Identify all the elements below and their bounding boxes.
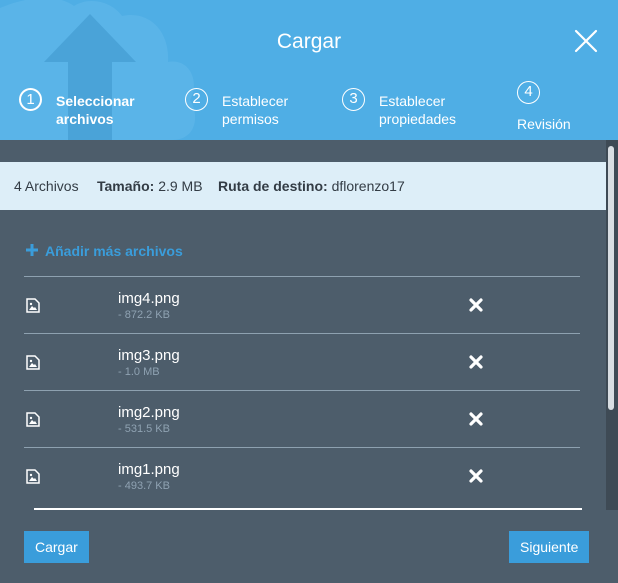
step-set-permissions: 2 Establecer permisos — [185, 88, 325, 128]
dialog-header: Cargar 1 Seleccionar archivos 2 Establec… — [0, 0, 618, 140]
size-value: 2.9 MB — [158, 178, 203, 194]
add-more-files-label: Añadir más archivos — [45, 243, 183, 259]
image-file-icon — [26, 469, 40, 484]
step-number: 2 — [185, 88, 208, 111]
file-name: img4.png — [118, 290, 180, 307]
file-row: img3.png - 1.0 MB — [24, 333, 580, 390]
file-row: img1.png - 493.7 KB — [24, 447, 580, 504]
upload-summary-bar: 4 Archivos Tamaño: 2.9 MB Ruta de destin… — [0, 162, 606, 210]
step-number: 4 — [517, 81, 540, 104]
file-name: img1.png — [118, 461, 180, 478]
destination-label: Ruta de destino: — [218, 178, 328, 194]
file-name: img2.png — [118, 404, 180, 421]
step-label: Seleccionar archivos — [56, 93, 135, 127]
close-icon[interactable] — [573, 28, 599, 54]
step-set-properties: 3 Establecer propiedades — [342, 88, 492, 128]
file-size: - 531.5 KB — [118, 423, 170, 435]
dialog-footer: Cargar Siguiente — [0, 510, 618, 583]
remove-file-icon[interactable] — [468, 468, 484, 484]
remove-file-icon[interactable] — [468, 297, 484, 313]
add-more-files-link[interactable]: Añadir más archivos — [26, 241, 183, 261]
total-size: Tamaño: 2.9 MB — [97, 162, 203, 210]
next-button[interactable]: Siguiente — [509, 531, 590, 563]
file-size: - 1.0 MB — [118, 366, 160, 378]
step-select-files: 1 Seleccionar archivos — [19, 88, 159, 128]
file-list: img4.png - 872.2 KB img3.png - 1.0 MB im… — [24, 276, 580, 504]
step-number: 1 — [19, 88, 42, 111]
file-name: img3.png — [118, 347, 180, 364]
scrollbar[interactable] — [606, 140, 618, 510]
remove-file-icon[interactable] — [468, 354, 484, 370]
file-size: - 493.7 KB — [118, 480, 170, 492]
scrollbar-thumb[interactable] — [608, 146, 614, 410]
step-number: 3 — [342, 88, 365, 111]
upload-dialog: Cargar 1 Seleccionar archivos 2 Establec… — [0, 0, 618, 583]
image-file-icon — [26, 355, 40, 370]
step-label: Revisión — [517, 116, 571, 132]
upload-button[interactable]: Cargar — [24, 531, 89, 563]
size-label: Tamaño: — [97, 178, 155, 194]
destination-path: Ruta de destino: dflorenzo17 — [218, 162, 405, 210]
step-label: Establecer permisos — [222, 93, 289, 127]
remove-file-icon[interactable] — [468, 411, 484, 427]
dialog-title: Cargar — [276, 30, 342, 53]
step-label: Establecer propiedades — [379, 93, 457, 127]
image-file-icon — [26, 298, 40, 313]
file-count: 4 Archivos — [14, 178, 79, 194]
image-file-icon — [26, 412, 40, 427]
step-review: 4 Revisión — [517, 81, 607, 133]
file-row: img2.png - 531.5 KB — [24, 390, 580, 447]
destination-value: dflorenzo17 — [331, 178, 405, 194]
plus-icon — [26, 241, 40, 261]
file-size: - 872.2 KB — [118, 309, 170, 321]
file-row: img4.png - 872.2 KB — [24, 276, 580, 333]
